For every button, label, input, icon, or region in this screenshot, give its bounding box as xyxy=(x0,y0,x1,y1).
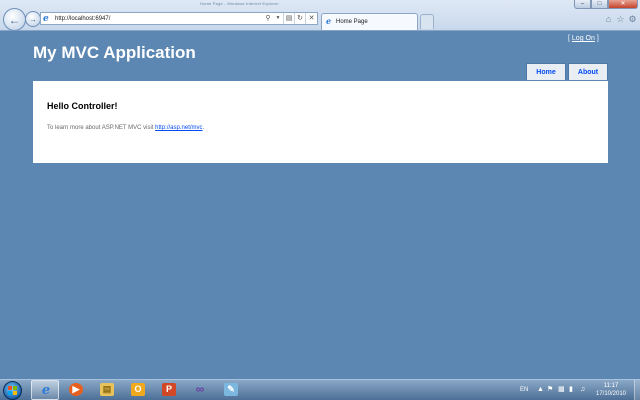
page-favicon-icon: e xyxy=(43,14,49,24)
page-heading: Hello Controller! xyxy=(47,101,118,111)
close-icon: ✕ xyxy=(620,1,626,7)
logon-link[interactable]: Log On xyxy=(572,35,595,42)
site-title: My MVC Application xyxy=(33,43,196,62)
taskbar-outlook[interactable]: O xyxy=(124,380,152,400)
chevron-down-icon[interactable]: ▼ xyxy=(274,13,282,24)
tab-favicon-icon: e xyxy=(326,16,332,26)
logon-bracket-close: ] xyxy=(596,35,599,42)
search-icon[interactable]: ⚲ xyxy=(263,13,273,24)
clock-date: 17/10/2010 xyxy=(595,391,627,397)
forward-arrow-icon: → xyxy=(29,14,37,24)
internet-explorer-icon: e xyxy=(41,383,51,398)
powerpoint-icon: P xyxy=(162,383,176,396)
window-controls: – □ ✕ xyxy=(574,0,638,9)
gear-icon[interactable]: ⚙ xyxy=(627,14,638,25)
forward-button[interactable]: → xyxy=(25,11,41,27)
network-icon[interactable]: ▩ xyxy=(558,386,565,394)
show-desktop-button[interactable] xyxy=(634,380,640,400)
maximize-icon: □ xyxy=(597,1,602,7)
minimize-button[interactable]: – xyxy=(574,0,591,9)
taskbar-windows-explorer[interactable]: ▤ xyxy=(93,380,121,400)
home-icon[interactable]: ⌂ xyxy=(603,14,614,25)
back-arrow-icon: ← xyxy=(8,12,21,27)
menu-item-about[interactable]: About xyxy=(568,63,608,80)
window-title: Home Page - Windows Internet Explorer xyxy=(200,1,279,6)
maximize-button[interactable]: □ xyxy=(591,0,608,9)
taskbar-visual-studio[interactable]: ∞ xyxy=(186,380,214,400)
taskbar-powerpoint[interactable]: P xyxy=(155,380,183,400)
clock[interactable]: 11:17 17/10/2010 xyxy=(592,382,630,398)
taskbar: e ▶ ▤ O P ∞ ✎ EN ▲ ⚑ ▩ ▮ ♫ 11:17 17/10/2… xyxy=(0,379,640,400)
intro-text: To learn more about ASP.NET MVC visit ht… xyxy=(47,125,204,131)
new-tab-button[interactable] xyxy=(420,14,434,29)
taskbar-media-player[interactable]: ▶ xyxy=(62,380,90,400)
folder-icon: ▤ xyxy=(100,383,114,396)
star-icon[interactable]: ☆ xyxy=(615,14,626,25)
action-center-flag-icon[interactable]: ⚑ xyxy=(547,386,553,394)
close-button[interactable]: ✕ xyxy=(608,0,638,9)
speaker-icon[interactable]: ♫ xyxy=(580,386,585,394)
browser-chrome: Home Page - Windows Internet Explorer ← … xyxy=(0,0,640,31)
asp-net-mvc-link[interactable]: http://asp.net/mvc xyxy=(155,125,202,131)
intro-text-suffix: . xyxy=(202,125,205,131)
main-menu: Home About xyxy=(526,63,608,81)
address-bar[interactable]: e http://localhost:6947/ ⚲ ▼ ▤ ↻ ✕ xyxy=(40,12,318,25)
intro-text-prefix: To learn more about ASP.NET MVC visit xyxy=(47,125,156,131)
taskbar-paint[interactable]: ✎ xyxy=(217,380,245,400)
compatibility-view-icon[interactable]: ▤ xyxy=(283,13,294,24)
visual-studio-icon: ∞ xyxy=(195,382,205,396)
logon-display: [ Log On ] xyxy=(568,35,599,42)
web-page: My MVC Application [ Log On ] Home About… xyxy=(0,31,640,379)
system-tray: EN ▲ ⚑ ▩ ▮ ♫ 11:17 17/10/2010 xyxy=(516,380,640,400)
tab-label: Home Page xyxy=(336,19,368,25)
minimize-icon: – xyxy=(580,1,585,7)
refresh-icon[interactable]: ↻ xyxy=(294,13,305,24)
paint-icon: ✎ xyxy=(224,383,238,396)
tab-home-page[interactable]: e Home Page xyxy=(321,13,418,30)
start-button[interactable] xyxy=(3,381,22,400)
media-player-icon: ▶ xyxy=(69,383,83,396)
taskbar-internet-explorer[interactable]: e xyxy=(31,380,59,400)
address-url[interactable]: http://localhost:6947/ xyxy=(55,13,110,25)
language-indicator[interactable]: EN xyxy=(520,380,528,400)
battery-icon[interactable]: ▮ xyxy=(569,386,573,394)
back-button[interactable]: ← xyxy=(3,8,26,31)
stop-icon[interactable]: ✕ xyxy=(305,13,317,24)
menu-item-home[interactable]: Home xyxy=(526,63,566,80)
chevron-up-icon[interactable]: ▲ xyxy=(537,386,544,394)
windows-logo-icon xyxy=(8,386,17,395)
main-content: Hello Controller! To learn more about AS… xyxy=(33,81,608,163)
clock-time: 11:17 xyxy=(603,383,619,389)
logon-bracket-open: [ xyxy=(568,35,570,42)
outlook-icon: O xyxy=(131,383,145,396)
